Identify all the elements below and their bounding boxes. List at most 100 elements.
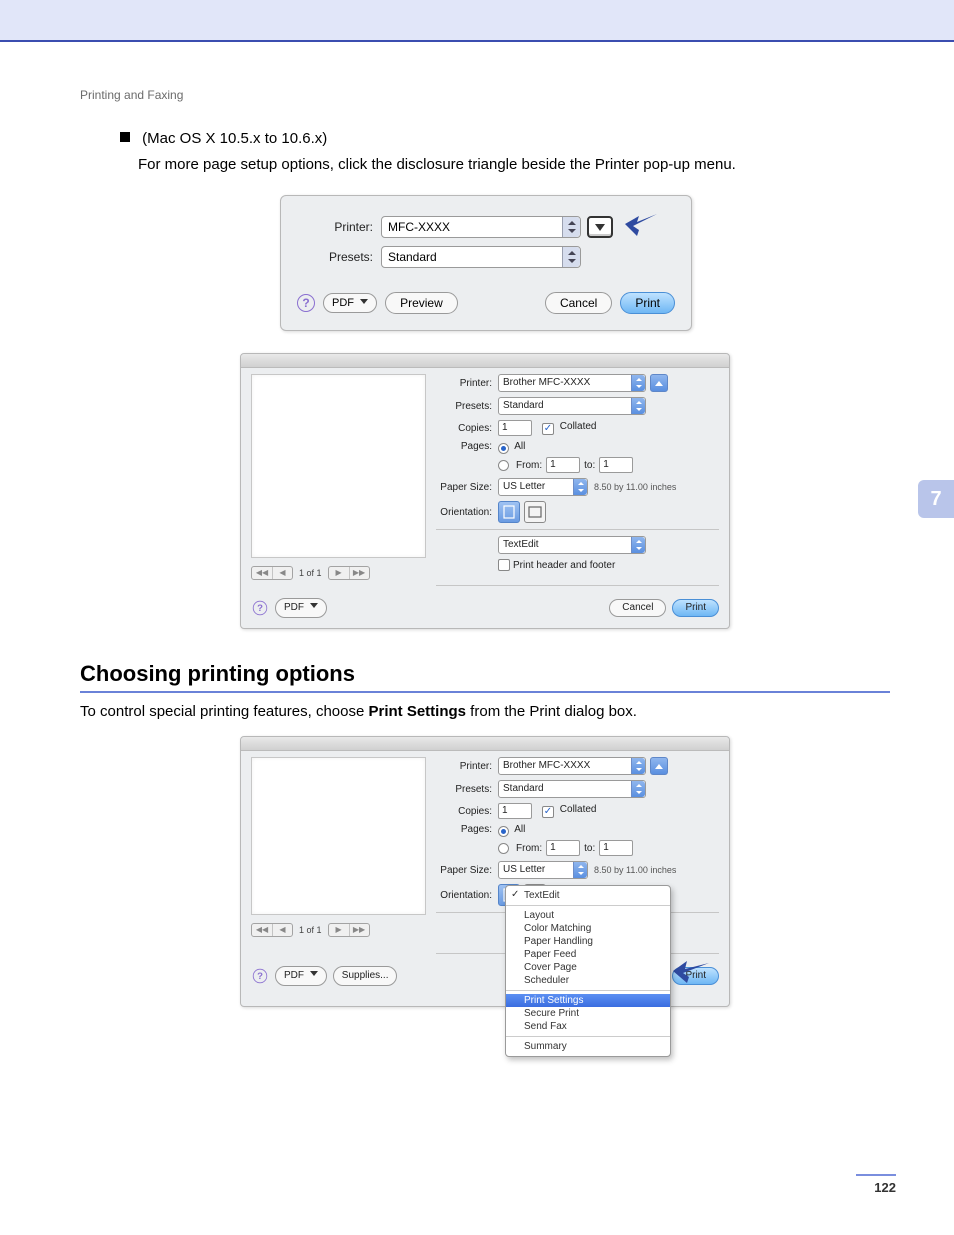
menu-item-textedit[interactable]: TextEdit: [506, 889, 670, 902]
bullet-text: (Mac OS X 10.5.x to 10.6.x): [142, 130, 327, 147]
preview-next-group[interactable]: ▶▶▶: [328, 923, 370, 937]
dropdown-arrows-icon: [631, 781, 645, 797]
pages-from-input[interactable]: 1: [546, 840, 580, 856]
heading-rule: [80, 691, 890, 693]
pdf-menu-button[interactable]: PDF: [323, 293, 377, 313]
pages-to-input[interactable]: 1: [599, 457, 633, 473]
menu-item-paper-handling[interactable]: Paper Handling: [506, 935, 670, 948]
page-top-accent: [0, 0, 954, 42]
papersize-label: Paper Size:: [436, 482, 498, 493]
preview-button[interactable]: Preview: [385, 292, 458, 314]
papersize-value: US Letter: [503, 481, 545, 492]
menu-item-cover-page[interactable]: Cover Page: [506, 961, 670, 974]
pages-from-radio[interactable]: [498, 460, 509, 471]
collapse-button[interactable]: [650, 757, 668, 775]
printer-value: Brother MFC-XXXX: [503, 377, 590, 388]
print-dialog-compact: Printer: MFC-XXXX Presets:: [280, 195, 692, 331]
section-dropdown-menu[interactable]: TextEdit Layout Color Matching Paper Han…: [505, 885, 671, 1057]
pdf-menu-button[interactable]: PDF: [275, 966, 327, 986]
pages-from-input[interactable]: 1: [546, 457, 580, 473]
menu-item-secure-print[interactable]: Secure Print: [506, 1007, 670, 1020]
preview-page: [251, 757, 426, 915]
print-dialog-expanded: ◀◀◀ 1 of 1 ▶▶▶ Printer: Brother MFC-XXXX: [240, 353, 730, 629]
printer-select[interactable]: Brother MFC-XXXX: [498, 374, 646, 392]
menu-item-print-settings[interactable]: Print Settings: [506, 994, 670, 1007]
papersize-select[interactable]: US Letter: [498, 861, 588, 879]
printer-value: Brother MFC-XXXX: [503, 760, 590, 771]
preview-page: [251, 374, 426, 558]
printer-select[interactable]: MFC-XXXX: [381, 216, 581, 238]
print-dialog-expanded-menu: ◀◀◀ 1 of 1 ▶▶▶ Printer: Brother MFC-XXXX: [240, 736, 730, 1007]
copies-input[interactable]: 1: [498, 420, 532, 436]
preview-pane: ◀◀◀ 1 of 1 ▶▶▶: [251, 757, 426, 960]
menu-triangle-icon: [310, 603, 318, 608]
orientation-portrait-button[interactable]: [498, 501, 520, 523]
section-value: TextEdit: [503, 539, 539, 550]
print-header-footer-checkbox[interactable]: [498, 559, 510, 571]
printer-label: Printer:: [297, 220, 381, 234]
bullet-icon: [120, 132, 130, 142]
menu-item-summary[interactable]: Summary: [506, 1040, 670, 1053]
presets-select[interactable]: Standard: [498, 397, 646, 415]
print-button[interactable]: Print: [672, 967, 719, 985]
pages-all-radio[interactable]: [498, 826, 509, 837]
pages-all-radio[interactable]: [498, 443, 509, 454]
section-select[interactable]: TextEdit: [498, 536, 646, 554]
preview-page-count: 1 of 1: [299, 568, 322, 578]
preview-next-group[interactable]: ▶▶▶: [328, 566, 370, 580]
orientation-label: Orientation:: [436, 890, 498, 901]
supplies-button[interactable]: Supplies...: [333, 966, 398, 986]
pages-all-label: All: [514, 441, 525, 452]
collapse-triangle-icon: [655, 764, 663, 769]
presets-label: Presets:: [436, 784, 498, 795]
portrait-icon: [503, 505, 515, 519]
titlebar: [241, 737, 729, 751]
dropdown-arrows-icon: [631, 758, 645, 774]
disclosure-button[interactable]: [587, 216, 613, 238]
pdf-label: PDF: [284, 602, 304, 613]
menu-item-send-fax[interactable]: Send Fax: [506, 1020, 670, 1033]
dropdown-arrows-icon: [631, 537, 645, 553]
pages-label: Pages:: [436, 441, 498, 452]
papersize-select[interactable]: US Letter: [498, 478, 588, 496]
menu-item-layout[interactable]: Layout: [506, 909, 670, 922]
cancel-button[interactable]: Cancel: [545, 292, 612, 314]
collapse-button[interactable]: [650, 374, 668, 392]
papersize-value: US Letter: [503, 864, 545, 875]
titlebar: [241, 354, 729, 368]
pdf-menu-button[interactable]: PDF: [275, 598, 327, 618]
orientation-landscape-button[interactable]: [524, 501, 546, 523]
pages-from-radio[interactable]: [498, 843, 509, 854]
printer-select[interactable]: Brother MFC-XXXX: [498, 757, 646, 775]
menu-item-color-matching[interactable]: Color Matching: [506, 922, 670, 935]
collated-checkbox[interactable]: [542, 806, 554, 818]
preview-prev-group[interactable]: ◀◀◀: [251, 923, 293, 937]
pages-label: Pages:: [436, 824, 498, 835]
presets-label: Presets:: [436, 401, 498, 412]
copies-label: Copies:: [436, 806, 498, 817]
help-button[interactable]: ?: [253, 601, 267, 615]
preview-prev-group[interactable]: ◀◀◀: [251, 566, 293, 580]
help-button[interactable]: ?: [253, 969, 267, 983]
presets-label: Presets:: [297, 250, 381, 264]
menu-item-scheduler[interactable]: Scheduler: [506, 974, 670, 987]
presets-value: Standard: [503, 400, 544, 411]
print-button[interactable]: Print: [672, 599, 719, 617]
menu-item-paper-feed[interactable]: Paper Feed: [506, 948, 670, 961]
cancel-button[interactable]: Cancel: [609, 599, 666, 617]
dropdown-arrows-icon: [562, 247, 580, 267]
presets-select[interactable]: Standard: [381, 246, 581, 268]
pdf-label: PDF: [332, 297, 354, 309]
papersize-dim: 8.50 by 11.00 inches: [594, 865, 676, 875]
papersize-dim: 8.50 by 11.00 inches: [594, 482, 676, 492]
pdf-label: PDF: [284, 970, 304, 981]
pages-to-input[interactable]: 1: [599, 840, 633, 856]
chapter-tab: 7: [918, 480, 954, 518]
pages-to-label: to:: [584, 843, 595, 854]
collated-checkbox[interactable]: [542, 423, 554, 435]
help-button[interactable]: ?: [297, 294, 315, 312]
presets-select[interactable]: Standard: [498, 780, 646, 798]
print-button[interactable]: Print: [620, 292, 675, 314]
copies-input[interactable]: 1: [498, 803, 532, 819]
collapse-triangle-icon: [655, 381, 663, 386]
